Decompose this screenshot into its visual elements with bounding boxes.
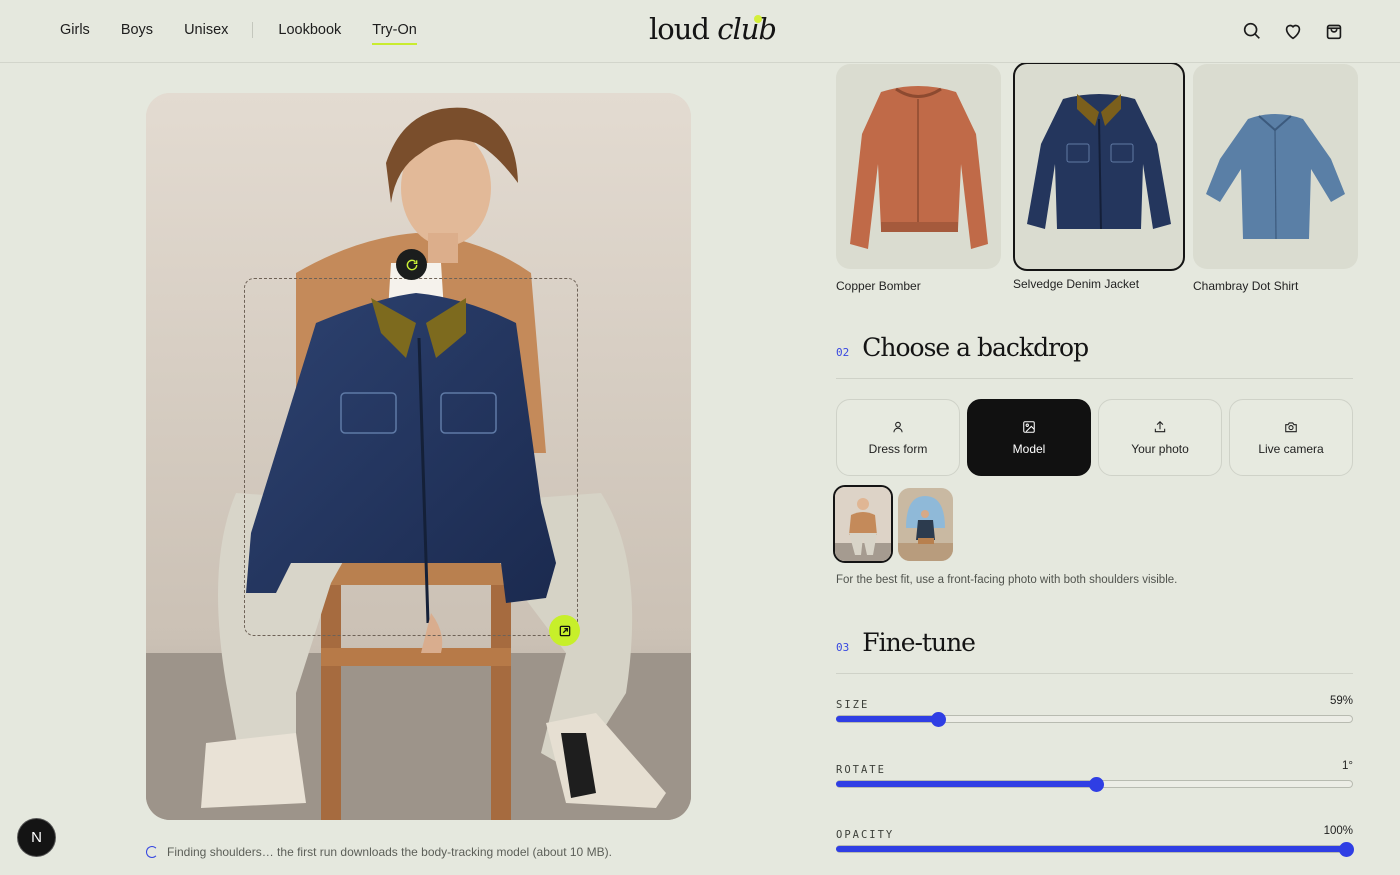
product-thumb (836, 64, 1001, 269)
size-slider-fill (836, 716, 938, 722)
header-actions (1222, 20, 1345, 42)
section-number: 03 (836, 641, 850, 654)
bomber-image (850, 86, 988, 249)
section-number: 02 (836, 346, 850, 359)
search-icon[interactable] (1241, 20, 1263, 42)
section-divider (836, 378, 1353, 379)
section-title: Fine-tune (862, 628, 976, 657)
nav-boys[interactable]: Boys (121, 22, 153, 43)
camera-icon (1285, 421, 1297, 432)
backdrop-your-photo-button[interactable]: Your photo (1098, 399, 1222, 476)
garment-bounding-box[interactable] (244, 278, 578, 636)
status-message: Finding shoulders… the first run downloa… (146, 845, 612, 859)
nav-girls[interactable]: Girls (60, 22, 90, 43)
model-thumb-2[interactable] (898, 488, 953, 561)
logo-word-loud: loud (649, 12, 710, 46)
nav-try-on[interactable]: Try-On (372, 22, 417, 45)
upload-icon (1154, 420, 1166, 432)
rotate-icon (406, 259, 417, 270)
backdrop-dress-form-button[interactable]: Dress form (836, 399, 960, 476)
slider-value: 100% (1323, 825, 1353, 837)
rotate-slider-row: ROTATE 1° (836, 760, 1353, 792)
slider-label: OPACITY (836, 829, 895, 841)
try-on-stage[interactable] (146, 93, 691, 820)
model-thumb-1[interactable] (833, 485, 893, 563)
product-thumb (1193, 64, 1358, 269)
site-header: Girls Boys Unisex Lookbook Try-On loud c… (0, 0, 1400, 63)
finetune-section-header: 03 Fine-tune (836, 628, 976, 657)
product-name: Copper Bomber (836, 279, 921, 293)
product-name: Chambray Dot Shirt (1193, 279, 1299, 293)
logo-dot (754, 15, 762, 23)
rotate-handle[interactable] (396, 249, 427, 280)
backdrop-live-camera-button[interactable]: Live camera (1229, 399, 1353, 476)
product-card-chambray-dot-shirt[interactable]: Chambray Dot Shirt (1193, 64, 1358, 293)
product-thumb (1013, 62, 1185, 271)
slider-value: 59% (1329, 695, 1353, 707)
nav-divider (252, 22, 254, 38)
backdrop-label: Live camera (1258, 441, 1324, 456)
model-thumbnails (833, 485, 958, 563)
person-icon (893, 421, 903, 432)
logo-word-club: club (717, 12, 777, 46)
slider-value: 1° (1342, 760, 1353, 772)
backdrop-label: Your photo (1131, 441, 1189, 456)
n-badge[interactable]: N (18, 819, 55, 856)
nav-lookbook[interactable]: Lookbook (278, 22, 341, 43)
opacity-slider-fill (836, 846, 1346, 852)
heart-icon[interactable] (1282, 20, 1304, 42)
backdrop-options: Dress form Model Your photo Live camera (836, 399, 1360, 476)
resize-icon (559, 625, 570, 636)
product-name: Selvedge Denim Jacket (1013, 277, 1140, 291)
section-divider (836, 673, 1353, 674)
image-icon (1023, 420, 1035, 433)
backdrop-label: Model (1012, 441, 1046, 456)
product-card-selvedge-denim-jacket[interactable]: Selvedge Denim Jacket (1013, 62, 1185, 293)
bag-icon[interactable] (1323, 20, 1345, 42)
backdrop-hint: For the best fit, use a front-facing pho… (836, 574, 1178, 586)
denim-jacket-image (1027, 94, 1171, 230)
nav-unisex[interactable]: Unisex (184, 22, 228, 43)
shirt-image (1206, 114, 1345, 240)
product-picker: Copper Bomber Selvedge Denim Jacket Cham… (836, 62, 1370, 293)
size-slider-row: SIZE 59% (836, 695, 1353, 727)
product-card-copper-bomber[interactable]: Copper Bomber (836, 64, 1001, 293)
opacity-slider-row: OPACITY 100% (836, 825, 1354, 857)
rotate-slider-fill (836, 781, 1096, 787)
size-slider-knob[interactable] (931, 712, 946, 727)
rotate-slider-knob[interactable] (1089, 777, 1104, 792)
slider-label: SIZE (836, 699, 870, 711)
model-thumb-image (835, 487, 891, 561)
loading-spinner-icon (146, 846, 158, 858)
section-title: Choose a backdrop (862, 333, 1089, 362)
backdrop-label: Dress form (868, 441, 928, 456)
resize-handle[interactable] (549, 615, 580, 646)
backdrop-section-header: 02 Choose a backdrop (836, 333, 1089, 362)
status-text: Finding shoulders… the first run downloa… (167, 845, 612, 859)
slider-label: ROTATE (836, 764, 886, 776)
model-thumb-image (898, 488, 953, 561)
backdrop-model-button[interactable]: Model (967, 399, 1091, 476)
opacity-slider-knob[interactable] (1339, 842, 1354, 857)
main-nav: Girls Boys Unisex Lookbook Try-On (60, 22, 448, 45)
